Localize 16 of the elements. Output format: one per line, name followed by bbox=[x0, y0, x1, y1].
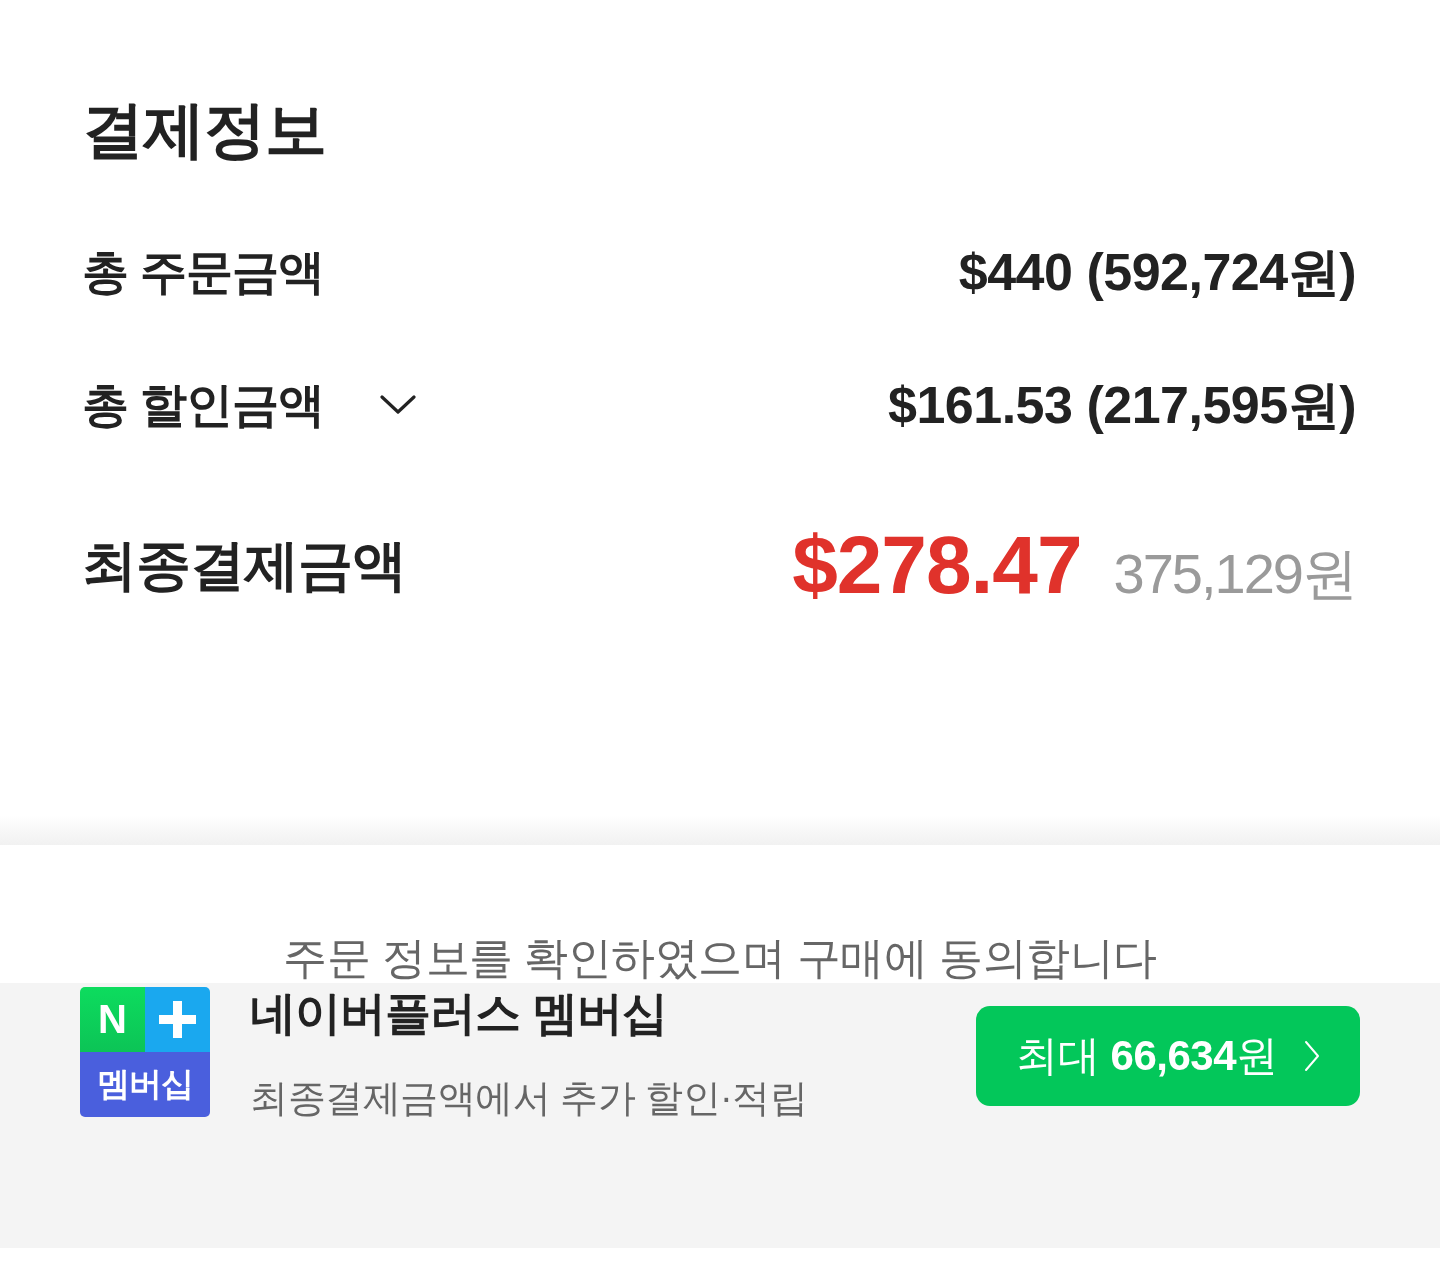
final-amount-label: 최종결제금액 bbox=[82, 533, 406, 598]
row-value: $440 (592,724원) bbox=[958, 242, 1356, 303]
badge-letter: N bbox=[80, 987, 145, 1052]
row-value: $161.53 (217,595원) bbox=[888, 375, 1356, 436]
final-amount-krw: 375,129원 bbox=[1113, 541, 1356, 607]
row-label: 총 주문금액 bbox=[82, 244, 325, 300]
section-title: 결제정보 bbox=[82, 94, 327, 166]
badge-caption: 멤버십 bbox=[80, 1052, 210, 1117]
membership-subtitle: 최종결제금액에서 추가 할인·적립 bbox=[250, 1076, 808, 1121]
agreement-note: 주문 정보를 확인하였으며 구매에 동의합니다 bbox=[283, 933, 1157, 983]
plus-icon bbox=[145, 987, 210, 1052]
membership-benefit-button[interactable]: 최대 66,634원 bbox=[976, 1006, 1360, 1106]
chevron-down-icon[interactable] bbox=[380, 395, 417, 415]
row-label: 총 할인금액 bbox=[82, 377, 325, 433]
final-amount: $278.47 bbox=[792, 518, 1082, 612]
membership-title: 네이버플러스 멤버십 bbox=[250, 987, 668, 1039]
